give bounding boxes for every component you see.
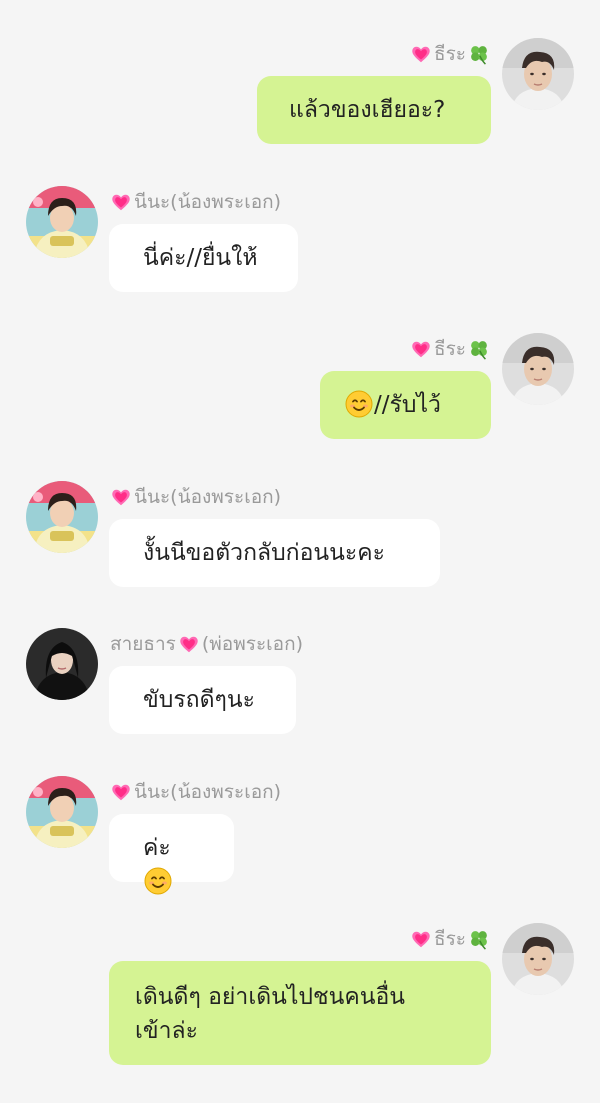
sender-name: สายธาร (พ่อพระเอก) xyxy=(110,632,303,656)
two-hearts-icon xyxy=(110,781,132,803)
message-bubble[interactable]: นี่ค่ะ//ยื่นให้ xyxy=(109,224,298,292)
message-text-line: เดินดีๆ อย่าเดินไปชนคนอื่น xyxy=(135,984,405,1010)
sender-name-text: ธีระ xyxy=(433,338,466,360)
avatar-image xyxy=(502,38,574,110)
avatar-image xyxy=(26,481,98,553)
two-hearts-icon xyxy=(178,633,200,655)
two-hearts-icon xyxy=(410,338,432,360)
avatar-image xyxy=(26,628,98,700)
message-bubble[interactable]: เดินดีๆ อย่าเดินไปชนคนอื่น เข้าล่ะ xyxy=(109,961,491,1065)
message-text: ขับรถดีๆนะ xyxy=(143,687,255,713)
four-leaf-clover-icon xyxy=(468,928,490,950)
avatar[interactable] xyxy=(26,186,98,258)
avatar[interactable] xyxy=(26,628,98,700)
four-leaf-clover-icon xyxy=(468,338,490,360)
avatar-image xyxy=(26,776,98,848)
avatar[interactable] xyxy=(26,481,98,553)
sender-name-text: นีนะ(น้องพระเอก) xyxy=(134,191,282,213)
sender-name: ธีระ xyxy=(410,927,490,951)
message-bubble[interactable]: ขับรถดีๆนะ xyxy=(109,666,296,734)
message-text: แล้วของเฮียอะ? xyxy=(289,97,446,123)
sender-name-text: นีนะ(น้องพระเอก) xyxy=(134,486,282,508)
message-text: งั้นนีขอตัวกลับก่อนนะคะ xyxy=(143,540,385,566)
message-text: ค่ะ xyxy=(143,835,171,861)
sender-name: ธีระ xyxy=(410,337,490,361)
message-text-line: เข้าล่ะ xyxy=(135,1018,198,1044)
message-bubble[interactable]: //รับไว้ xyxy=(320,371,491,439)
avatar[interactable] xyxy=(26,776,98,848)
two-hearts-icon xyxy=(110,486,132,508)
two-hearts-icon xyxy=(410,928,432,950)
message-text: //รับไว้ xyxy=(374,392,441,418)
sender-name-text: ธีระ xyxy=(433,928,466,950)
sender-name: นีนะ(น้องพระเอก) xyxy=(110,780,281,804)
four-leaf-clover-icon xyxy=(468,43,490,65)
avatar[interactable] xyxy=(502,333,574,405)
message-text: นี่ค่ะ//ยื่นให้ xyxy=(143,245,258,271)
sender-name-prefix: สายธาร xyxy=(110,633,176,655)
message-bubble[interactable]: งั้นนีขอตัวกลับก่อนนะคะ xyxy=(109,519,440,587)
sender-name: ธีระ xyxy=(410,42,490,66)
avatar-image xyxy=(502,333,574,405)
two-hearts-icon xyxy=(410,43,432,65)
message-bubble[interactable]: แล้วของเฮียอะ? xyxy=(257,76,491,144)
avatar[interactable] xyxy=(502,38,574,110)
message-bubble[interactable]: ค่ะ xyxy=(109,814,234,882)
smiling-face-emoji-icon xyxy=(144,867,172,895)
sender-name-text: ธีระ xyxy=(433,43,466,65)
avatar[interactable] xyxy=(502,923,574,995)
sender-name: นีนะ(น้องพระเอก) xyxy=(110,190,281,214)
sender-name-text: นีนะ(น้องพระเอก) xyxy=(134,781,282,803)
sender-name-suffix: (พ่อพระเอก) xyxy=(201,633,303,655)
sender-name: นีนะ(น้องพระเอก) xyxy=(110,485,281,509)
two-hearts-icon xyxy=(110,191,132,213)
avatar-image xyxy=(26,186,98,258)
smiling-face-emoji-icon xyxy=(345,390,373,418)
avatar-image xyxy=(502,923,574,995)
